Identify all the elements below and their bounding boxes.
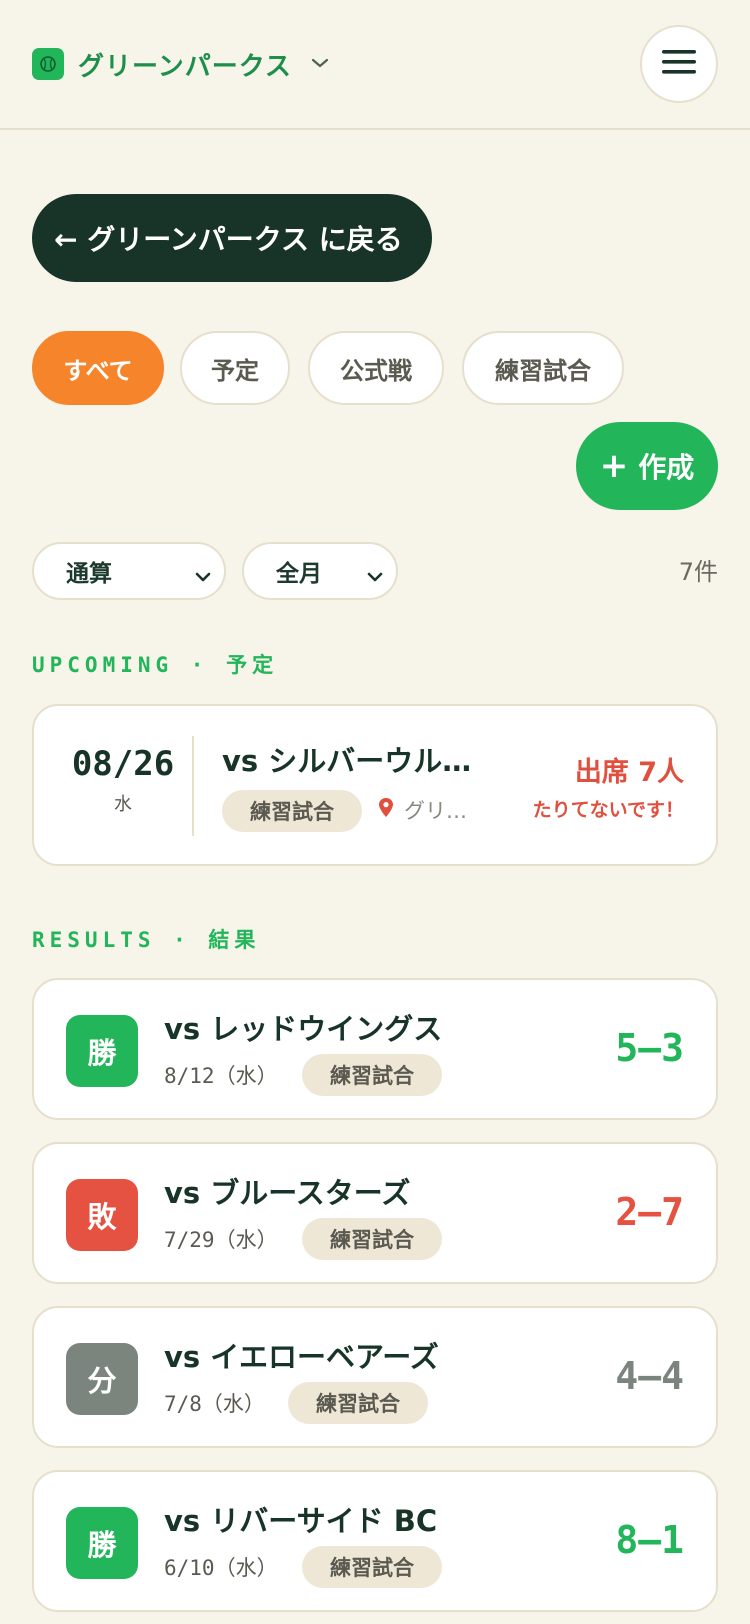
result-card[interactable]: 分 vs イエローベアーズ 7/8（水） 練習試合 4–4 [32,1306,718,1448]
upcoming-game-card[interactable]: 08/26 水 vs シルバーウルフズ 練習試合 グリーンパーク 出席 7人 た… [32,704,718,866]
team-name: グリーンパークス [78,51,292,82]
game-date: 6/10（水） [164,1556,278,1580]
game-weekday: 水 [114,794,132,815]
result-badge-win: 勝 [66,1507,138,1579]
app-header: グリーンパークス [0,0,750,130]
hamburger-menu-icon [662,49,696,79]
result-card[interactable]: 敗 vs ブルースターズ 7/29（水） 練習試合 2–7 [32,1142,718,1284]
period-select[interactable]: 通算 [32,542,226,600]
attendance-count: 出席 7人 [574,757,684,788]
game-date: 7/29（水） [164,1228,278,1252]
game-date: 08/26 水 [66,744,180,816]
result-badge-loss: 敗 [66,1179,138,1251]
game-date: 7/8（水） [164,1392,265,1416]
attendance-warning: たりてないです！ [532,799,684,821]
results-section-label: RESULTS · 結果 [32,928,261,952]
period-select-value: 通算 [66,561,112,587]
opponent-name: vs ブルースターズ [164,1176,411,1210]
attendance-status: 出席 7人 たりてないです！ [533,750,684,822]
chevron-down-icon [194,564,212,590]
baseball-icon [32,48,64,80]
result-badge-win: 勝 [66,1015,138,1087]
game-score: 4–4 [615,1354,684,1398]
menu-button[interactable] [640,25,718,103]
opponent-name: vs イエローベアーズ [164,1340,439,1374]
result-badge-draw: 分 [66,1343,138,1415]
result-card[interactable]: 勝 vs レッドウイングス 8/12（水） 練習試合 5–3 [32,978,718,1120]
create-button-label: 作成 [638,451,695,484]
game-score: 5–3 [615,1026,684,1070]
game-date-day: 08/26 [71,744,175,784]
result-card[interactable]: 勝 vs リバーサイド BC 6/10（水） 練習試合 8–1 [32,1470,718,1612]
location-text: グリーンパーク [404,799,476,823]
opponent-name: vs レッドウイングス [164,1012,443,1046]
location-pin-icon [378,797,394,824]
month-select-value: 全月 [276,561,322,587]
game-type-tag: 練習試合 [302,1546,442,1588]
game-type-tag: 練習試合 [222,790,362,832]
game-type-tag: 練習試合 [302,1054,442,1096]
chevron-down-icon [310,55,330,74]
back-to-team-button[interactable]: ← グリーンパークス に戻る [32,194,432,282]
create-game-button[interactable]: + 作成 [576,422,718,510]
filter-chip-all[interactable]: すべて [32,331,164,405]
divider [192,736,194,836]
game-date: 8/12（水） [164,1064,278,1088]
back-button-label: ← グリーンパークス に戻る [54,223,403,256]
upcoming-section-label: UPCOMING · 予定 [32,653,279,677]
game-count: 7件 [678,558,718,586]
game-type-tag: 練習試合 [288,1382,428,1424]
game-type-tag: 練習試合 [302,1218,442,1260]
opponent-name: vs シルバーウルフズ [222,744,472,778]
plus-icon: + [599,446,629,486]
team-switcher[interactable]: グリーンパークス [32,46,330,82]
filter-chip-practice[interactable]: 練習試合 [462,331,624,405]
game-score: 8–1 [615,1518,684,1562]
chevron-down-icon [366,564,384,590]
game-location: グリーンパーク [378,796,476,824]
filter-chip-scheduled[interactable]: 予定 [180,331,290,405]
filter-chip-official[interactable]: 公式戦 [308,331,444,405]
game-score: 2–7 [615,1190,684,1234]
month-select[interactable]: 全月 [242,542,398,600]
opponent-name: vs リバーサイド BC [164,1504,438,1538]
